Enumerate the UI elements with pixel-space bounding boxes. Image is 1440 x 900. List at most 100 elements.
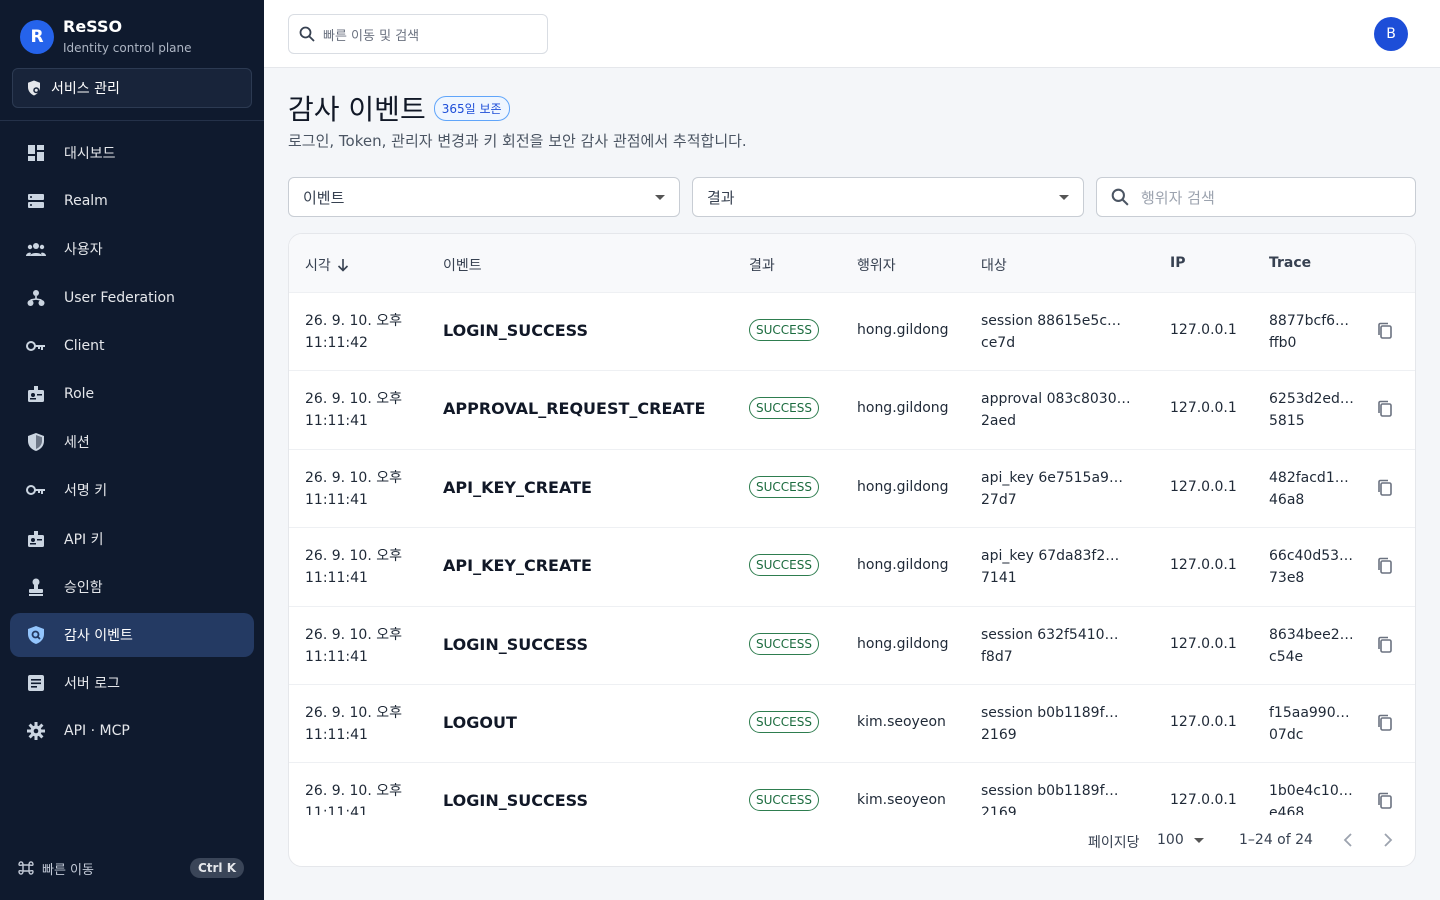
time-clock: 11:11:41 — [305, 413, 368, 430]
target-line: 2aed — [981, 413, 1016, 430]
ip-cell: 127.0.0.1 — [1170, 792, 1237, 809]
copy-icon[interactable] — [1377, 792, 1393, 810]
target-line: session 88615e5c… — [981, 313, 1122, 329]
trace-line: 1b0e4c10… — [1269, 783, 1353, 800]
sidebar-item-sessions[interactable]: 세션 — [10, 420, 254, 464]
service-management-label: 서비스 관리 — [51, 81, 120, 97]
search-icon — [1111, 188, 1129, 206]
rows-per-page-value: 100 — [1157, 832, 1184, 848]
copy-icon[interactable] — [1377, 714, 1393, 732]
event-cell: LOGOUT — [443, 713, 517, 732]
trace-cell: 6253d2ed… 5815 — [1269, 388, 1354, 432]
time-date: 26. 9. 10. 오후 — [305, 469, 402, 486]
table-header: 시각 이벤트 결과 행위자 대상 IP Trace — [289, 234, 1415, 292]
time-cell: 26. 9. 10. 오후 11:11:41 — [305, 702, 402, 746]
event-filter-select[interactable]: 이벤트 — [288, 177, 680, 217]
sidebar-item-user-federation[interactable]: User Federation — [10, 276, 254, 320]
sidebar-item-server-logs[interactable]: 서버 로그 — [10, 661, 254, 705]
trace-line: 73e8 — [1269, 570, 1305, 587]
actor-cell: hong.gildong — [857, 635, 949, 652]
sidebar-divider — [0, 120, 264, 121]
sidebar-item-approvals[interactable]: 승인함 — [10, 565, 254, 609]
target-line: 27d7 — [981, 491, 1017, 508]
sidebar-item-label: Client — [64, 337, 105, 354]
pagination-range: 1–24 of 24 — [1239, 832, 1313, 848]
copy-icon[interactable] — [1377, 557, 1393, 575]
retention-badge: 365일 보존 — [433, 95, 510, 121]
time-clock: 11:11:41 — [305, 648, 368, 665]
target-line: ce7d — [981, 335, 1016, 351]
sidebar-item-users[interactable]: 사용자 — [10, 227, 254, 271]
global-search-input[interactable]: 빠른 이동 및 검색 — [288, 14, 548, 54]
gear-icon — [25, 720, 47, 742]
table-row[interactable]: 26. 9. 10. 오후 11:11:41 API_KEY_CREATE SUC… — [289, 448, 1415, 527]
sidebar-item-signing-keys[interactable]: 서명 키 — [10, 468, 254, 512]
target-cell: session b0b1189f… 2169 — [981, 780, 1119, 815]
target-line: api_key 67da83f2… — [981, 548, 1120, 565]
trace-line: 8877bcf6… — [1269, 313, 1350, 329]
table-row[interactable]: 26. 9. 10. 오후 11:11:42 LOGIN_SUCCESS SUCC… — [289, 292, 1415, 370]
copy-icon[interactable] — [1377, 322, 1393, 340]
copy-icon[interactable] — [1377, 479, 1393, 497]
table-row[interactable]: 26. 9. 10. 오후 11:11:41 LOGOUT SUCCESS kim… — [289, 684, 1415, 762]
key-icon — [25, 479, 47, 501]
trace-line: 07dc — [1269, 727, 1304, 743]
table-row[interactable]: 26. 9. 10. 오후 11:11:41 LOGIN_SUCCESS SUCC… — [289, 605, 1415, 684]
time-cell: 26. 9. 10. 오후 11:11:41 — [305, 467, 402, 511]
ip-cell: 127.0.0.1 — [1170, 714, 1237, 730]
avatar[interactable]: B — [1374, 17, 1408, 51]
target-cell: api_key 6e7515a9… 27d7 — [981, 467, 1123, 511]
time-clock: 11:11:41 — [305, 727, 368, 743]
status-badge: SUCCESS — [749, 789, 819, 812]
target-line: f8d7 — [981, 648, 1013, 665]
approval-icon — [25, 576, 47, 598]
actor-cell: hong.gildong — [857, 478, 949, 495]
sidebar-item-api-keys[interactable]: API 키 — [10, 517, 254, 561]
quick-nav-label: 빠른 이동 — [42, 862, 94, 878]
brand-logo: R — [20, 20, 54, 54]
sidebar-item-label: Realm — [64, 193, 108, 210]
actor-search-input[interactable]: 행위자 검색 — [1096, 177, 1416, 217]
table-row[interactable]: 26. 9. 10. 오후 11:11:41 APPROVAL_REQUEST_C… — [289, 370, 1415, 448]
sidebar-item-dashboard[interactable]: 대시보드 — [10, 131, 254, 175]
target-line: session b0b1189f… — [981, 705, 1119, 721]
result-filter-select[interactable]: 결과 — [692, 177, 1084, 217]
column-header-time[interactable]: 시각 — [305, 255, 349, 275]
trace-line: c54e — [1269, 648, 1304, 665]
command-icon — [18, 860, 34, 876]
trace-line: f15aa990… — [1269, 705, 1350, 721]
table-row[interactable]: 26. 9. 10. 오후 11:11:41 LOGIN_SUCCESS SUCC… — [289, 762, 1415, 815]
time-cell: 26. 9. 10. 오후 11:11:41 — [305, 388, 402, 432]
sidebar-item-realm[interactable]: Realm — [10, 179, 254, 223]
next-page-button[interactable] — [1383, 832, 1393, 848]
audit-events-table: 시각 이벤트 결과 행위자 대상 IP Trace 26. 9. 10. 오후 1… — [288, 233, 1416, 867]
target-line: api_key 6e7515a9… — [981, 469, 1123, 486]
brand[interactable]: R ReSSO Identity control plane — [0, 0, 264, 60]
column-header-result: 결과 — [749, 258, 775, 274]
sidebar-item-audit-events[interactable]: 감사 이벤트 — [10, 612, 254, 657]
target-line: 7141 — [981, 570, 1017, 587]
sidebar-item-role[interactable]: Role — [10, 372, 254, 416]
sidebar-item-api-mcp[interactable]: API · MCP — [10, 709, 254, 753]
federation-icon — [25, 287, 47, 309]
trace-line: 66c40d53… — [1269, 548, 1354, 565]
quick-nav[interactable]: 빠른 이동 Ctrl K — [18, 855, 244, 881]
copy-icon[interactable] — [1377, 636, 1393, 654]
time-clock: 11:11:41 — [305, 570, 368, 587]
event-cell: APPROVAL_REQUEST_CREATE — [443, 399, 706, 419]
sidebar-item-client[interactable]: Client — [10, 324, 254, 368]
service-management-button[interactable]: 서비스 관리 — [12, 68, 252, 108]
copy-icon[interactable] — [1377, 400, 1393, 418]
column-header-trace: Trace — [1269, 255, 1312, 271]
previous-page-button[interactable] — [1343, 832, 1353, 848]
trace-line: e468 — [1269, 805, 1305, 815]
trace-line: 46a8 — [1269, 491, 1305, 508]
actor-search-placeholder: 행위자 검색 — [1141, 188, 1215, 207]
time-date: 26. 9. 10. 오후 — [305, 391, 402, 408]
table-row[interactable]: 26. 9. 10. 오후 11:11:41 API_KEY_CREATE SUC… — [289, 527, 1415, 605]
topbar: 빠른 이동 및 검색 B — [264, 0, 1440, 68]
trace-line: 5815 — [1269, 413, 1305, 430]
target-cell: session b0b1189f… 2169 — [981, 702, 1119, 746]
rows-per-page-select[interactable]: 100 — [1157, 832, 1204, 848]
status-badge: SUCCESS — [749, 632, 819, 655]
